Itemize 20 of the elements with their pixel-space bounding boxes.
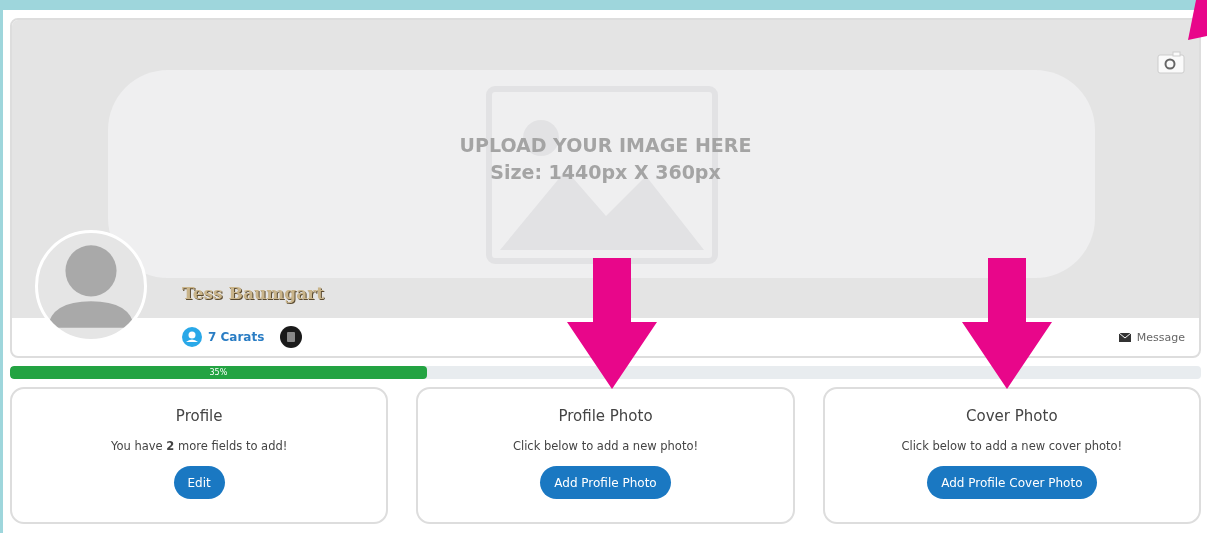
card-title: Cover Photo [966,407,1058,425]
camera-icon[interactable] [1157,50,1185,74]
carats-link[interactable]: 7 Carats [208,330,265,344]
card-description: Click below to add a new cover photo! [901,439,1123,453]
progress-fill: 35% [10,366,427,379]
card-action-button[interactable]: Add Profile Cover Photo [927,466,1097,499]
user-icon [182,327,202,347]
card-description: Click below to add a new photo! [512,439,699,453]
annotation-arrow [1188,0,1207,40]
card-title: Profile [175,407,223,425]
upload-size-text: Size: 1440px X 360px [489,160,722,185]
envelope-icon [1118,333,1131,342]
card-action-button[interactable]: Edit [173,466,225,499]
upload-heading: UPLOAD YOUR IMAGE HERE [459,133,752,158]
message-button[interactable]: Message [1118,331,1185,344]
card-description: You have 2 more fields to add! [110,439,288,453]
card-action-button[interactable]: Add Profile Photo [540,466,671,499]
card-title: Profile Photo [558,407,653,425]
profile-name: Tess Baumgart [182,283,325,303]
badge-icon[interactable] [280,326,303,348]
